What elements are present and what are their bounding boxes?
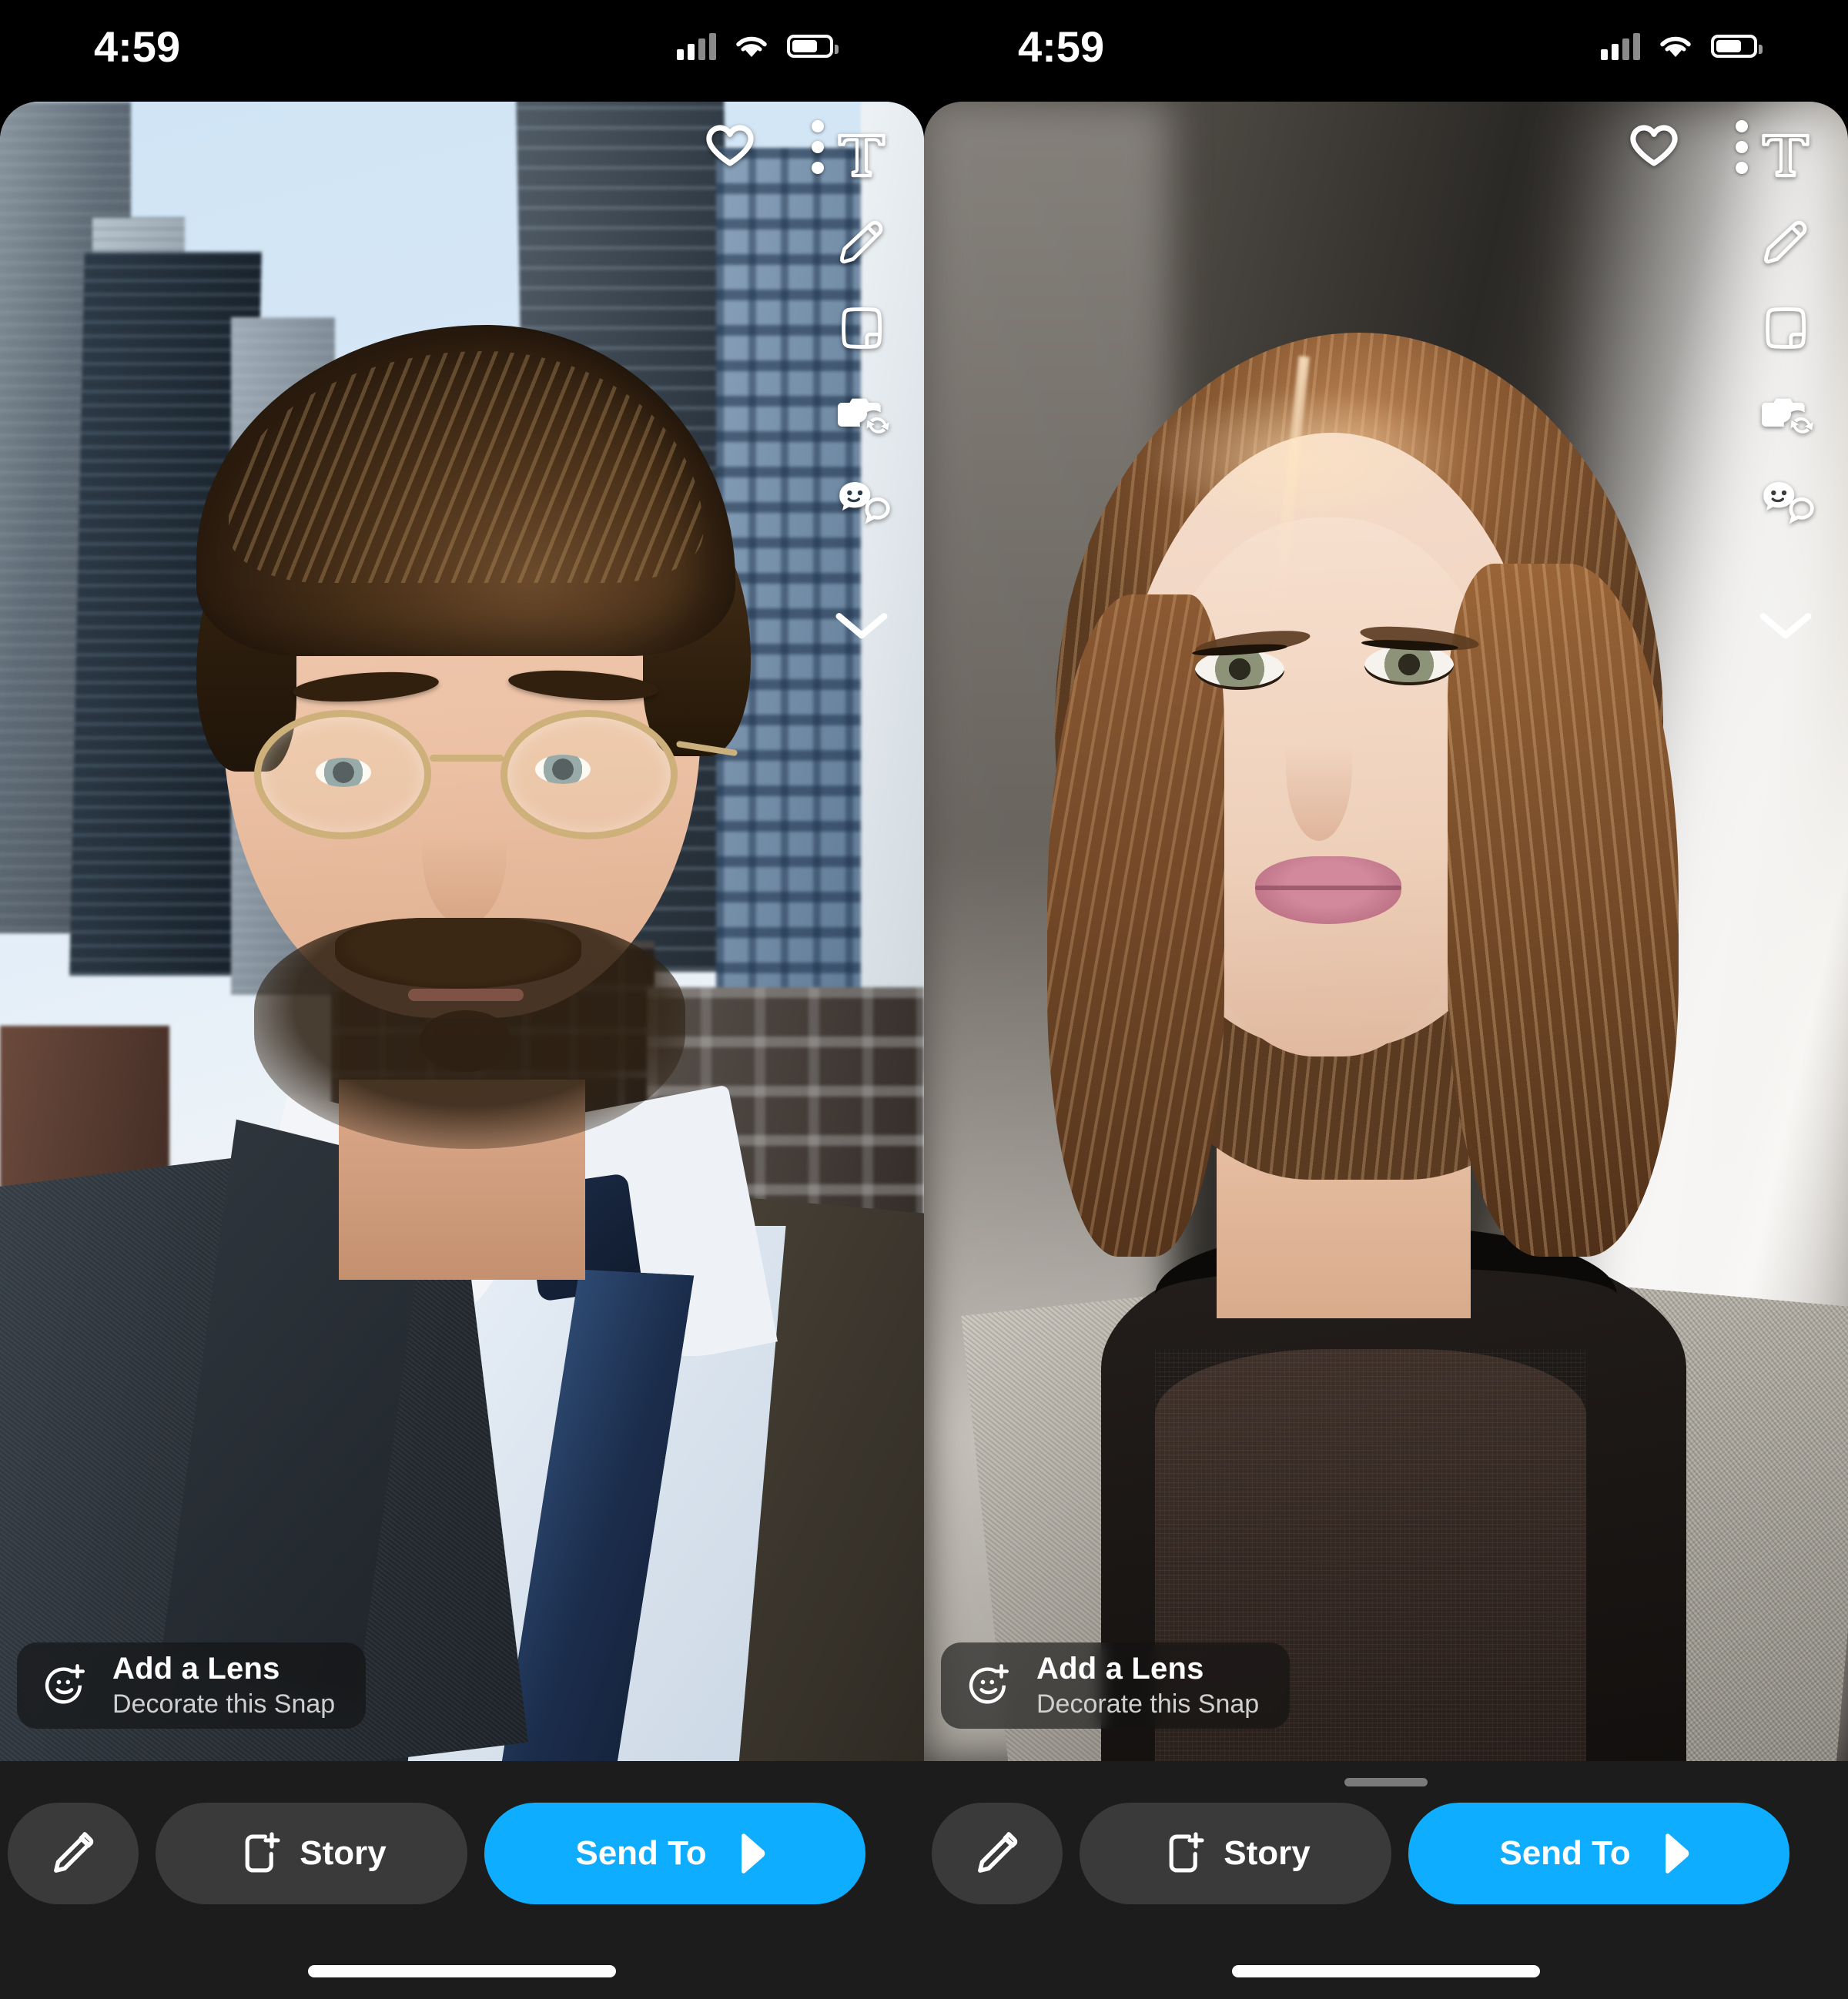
signal-bars-icon (1601, 32, 1640, 60)
pencil-edit-icon (54, 1832, 94, 1873)
home-indicator (1232, 1965, 1540, 1977)
tool-rail (1743, 112, 1828, 668)
story-button[interactable]: Story (156, 1803, 467, 1904)
phone-screen-left: 4:59 Add a Lens Decorate this Snap Story… (0, 0, 924, 1999)
phone-screen-right: 4:59 Add a Lens Decorate this Snap Story… (924, 0, 1848, 1999)
send-to-label: Send To (1499, 1834, 1631, 1872)
send-arrow-icon (1665, 1833, 1689, 1873)
status-bar: 4:59 (924, 0, 1848, 102)
heart-icon[interactable] (701, 119, 758, 176)
send-to-button[interactable]: Send To (1408, 1803, 1789, 1904)
status-bar-time: 4:59 (94, 22, 181, 71)
status-bar: 4:59 (0, 0, 924, 102)
emoji-cutout-icon[interactable] (1743, 457, 1828, 544)
add-lens-subtitle: Decorate this Snap (1036, 1689, 1260, 1719)
add-to-story-icon (1169, 1832, 1204, 1873)
add-lens-card[interactable]: Add a Lens Decorate this Snap (941, 1642, 1291, 1729)
wifi-icon (1660, 36, 1691, 57)
story-button[interactable]: Story (1080, 1803, 1391, 1904)
pencil-edit-icon (978, 1832, 1018, 1873)
dual-screenshot-pair: 4:59 Add a Lens Decorate this Snap Story… (0, 0, 1848, 1999)
bottom-action-bar: Story Send To (924, 1761, 1848, 1999)
sticker-icon[interactable] (819, 285, 904, 371)
add-lens-title: Add a Lens (1036, 1652, 1204, 1686)
heart-icon[interactable] (1625, 119, 1682, 176)
sheet-grabber-handle[interactable] (1344, 1778, 1428, 1786)
add-lens-smiley-plus-icon (969, 1664, 1009, 1704)
pencil-icon[interactable] (819, 199, 904, 285)
status-bar-time: 4:59 (1018, 22, 1105, 71)
send-arrow-icon (741, 1833, 765, 1873)
edit-button[interactable] (932, 1803, 1063, 1904)
status-bar-indicators (1601, 32, 1763, 60)
text-t-icon[interactable] (819, 112, 904, 199)
send-to-button[interactable]: Send To (484, 1803, 865, 1904)
story-label: Story (1224, 1834, 1311, 1872)
chevron-down-icon[interactable] (1743, 582, 1828, 668)
status-bar-indicators (677, 32, 839, 60)
sticker-icon[interactable] (1743, 285, 1828, 371)
snap-preview-canvas[interactable]: Add a Lens Decorate this Snap (924, 102, 1848, 1761)
wifi-icon (736, 36, 767, 57)
battery-icon (787, 35, 839, 58)
snap-photo-man (0, 102, 924, 1761)
add-lens-title: Add a Lens (112, 1652, 280, 1686)
add-lens-smiley-plus-icon (45, 1664, 85, 1704)
battery-icon (1711, 35, 1763, 58)
snap-photo-woman (924, 102, 1848, 1761)
add-to-story-icon (245, 1832, 280, 1873)
story-label: Story (300, 1834, 387, 1872)
edit-button[interactable] (8, 1803, 139, 1904)
chevron-down-icon[interactable] (819, 582, 904, 668)
camera-loop-icon[interactable] (819, 371, 904, 457)
emoji-cutout-icon[interactable] (819, 457, 904, 544)
add-lens-card[interactable]: Add a Lens Decorate this Snap (17, 1642, 367, 1729)
send-to-label: Send To (575, 1834, 707, 1872)
text-t-icon[interactable] (1743, 112, 1828, 199)
home-indicator (308, 1965, 616, 1977)
signal-bars-icon (677, 32, 716, 60)
camera-loop-icon[interactable] (1743, 371, 1828, 457)
bottom-action-bar: Story Send To (0, 1761, 924, 1999)
snap-preview-canvas[interactable]: Add a Lens Decorate this Snap (0, 102, 924, 1761)
pencil-icon[interactable] (1743, 199, 1828, 285)
tool-rail (819, 112, 904, 668)
add-lens-subtitle: Decorate this Snap (112, 1689, 336, 1719)
